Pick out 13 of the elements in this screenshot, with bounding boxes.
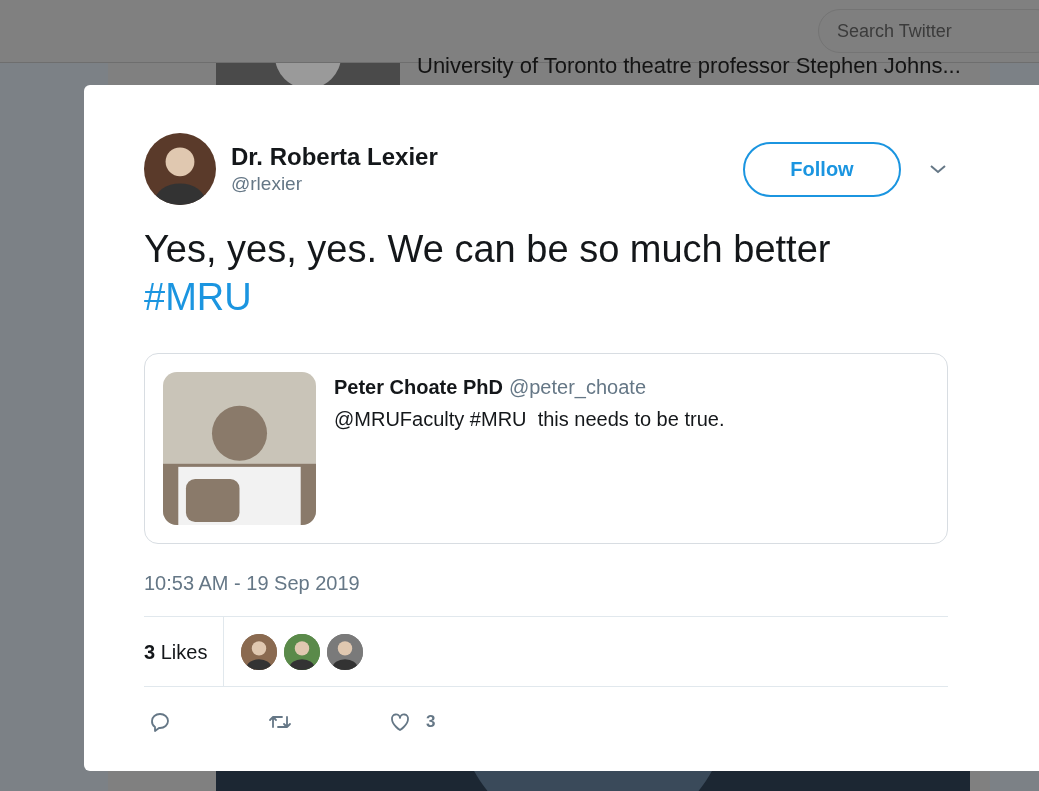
timestamp[interactable]: 10:53 AM - 19 Sep 2019 bbox=[144, 572, 360, 594]
quoted-author-name: Peter Choate PhD bbox=[334, 375, 503, 400]
tweet-text: Yes, yes, yes. We can be so much better bbox=[144, 227, 831, 272]
follow-button[interactable]: Follow bbox=[743, 141, 901, 197]
quoted-tweet-card[interactable]: Peter Choate PhD @peter_choate @MRUFaculty #MRU this needs to be true. bbox=[144, 353, 948, 544]
like-count: 3 bbox=[426, 711, 436, 733]
quoted-author-handle: @peter_choate bbox=[508, 375, 646, 401]
author-name[interactable]: Dr. Roberta Lexier bbox=[231, 142, 438, 172]
quoted-tweet-text: @MRUFaculty #MRU this needs to be true. bbox=[334, 407, 725, 432]
author-handle[interactable]: @rlexier bbox=[231, 172, 438, 196]
search-field[interactable]: Search Twitter bbox=[818, 9, 1039, 53]
likes-count[interactable]: 3 Likes bbox=[144, 636, 208, 667]
hashtag-link[interactable]: #MRU bbox=[144, 273, 252, 321]
